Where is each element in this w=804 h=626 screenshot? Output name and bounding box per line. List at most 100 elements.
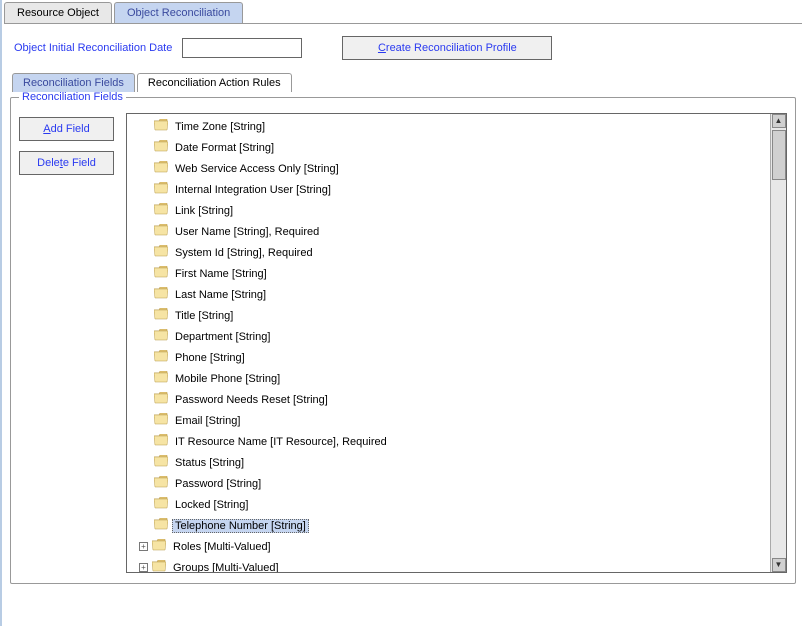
folder-icon-wrap bbox=[154, 119, 168, 134]
scroll-up-button[interactable]: ▲ bbox=[772, 114, 786, 128]
folder-icon bbox=[154, 266, 168, 278]
tree-item[interactable]: Link [String] bbox=[139, 200, 770, 221]
tab-label: Reconciliation Fields bbox=[23, 77, 124, 89]
folder-icon bbox=[154, 497, 168, 509]
btn-pre: Dele bbox=[37, 157, 60, 169]
folder-icon-wrap bbox=[154, 434, 168, 449]
tree-item[interactable]: Telephone Number [String] bbox=[139, 515, 770, 536]
fieldset-content: Add Field Delete Field Time Zone [String… bbox=[19, 113, 787, 573]
expand-icon[interactable]: + bbox=[139, 563, 148, 572]
folder-icon-wrap bbox=[154, 476, 168, 491]
tree-item-label: Password [String] bbox=[172, 477, 264, 491]
folder-icon-wrap bbox=[154, 392, 168, 407]
tree-item-label: System Id [String], Required bbox=[172, 246, 316, 260]
folder-icon bbox=[154, 203, 168, 215]
top-tabs: Resource Object Object Reconciliation bbox=[4, 2, 802, 24]
folder-icon-wrap bbox=[154, 371, 168, 386]
folder-icon bbox=[154, 245, 168, 257]
initial-recon-date-input[interactable] bbox=[182, 38, 302, 58]
folder-icon bbox=[154, 371, 168, 383]
app-window: Resource Object Object Reconciliation Ob… bbox=[0, 0, 804, 626]
tree-item-label: Web Service Access Only [String] bbox=[172, 162, 342, 176]
folder-icon-wrap bbox=[154, 245, 168, 260]
folder-icon-wrap bbox=[154, 224, 168, 239]
inner-tabs: Reconciliation Fields Reconciliation Act… bbox=[12, 73, 802, 92]
tree-item-label: First Name [String] bbox=[172, 267, 270, 281]
tree-item-label: Roles [Multi-Valued] bbox=[170, 540, 274, 554]
tree-item[interactable]: Title [String] bbox=[139, 305, 770, 326]
tree-item[interactable]: IT Resource Name [IT Resource], Required bbox=[139, 431, 770, 452]
folder-icon bbox=[154, 392, 168, 404]
scroll-down-button[interactable]: ▼ bbox=[772, 558, 786, 572]
folder-icon bbox=[154, 140, 168, 152]
tree-item-label: Internal Integration User [String] bbox=[172, 183, 334, 197]
tree-item-label: Title [String] bbox=[172, 309, 236, 323]
tab-object-reconciliation[interactable]: Object Reconciliation bbox=[114, 2, 243, 23]
tree-item[interactable]: Password Needs Reset [String] bbox=[139, 389, 770, 410]
btn-rest: dd Field bbox=[51, 123, 90, 135]
button-column: Add Field Delete Field bbox=[19, 117, 114, 175]
tab-label: Object Reconciliation bbox=[127, 7, 230, 19]
tab-label: Reconciliation Action Rules bbox=[148, 77, 281, 89]
tree-item[interactable]: Time Zone [String] bbox=[139, 116, 770, 137]
tree-item[interactable]: Department [String] bbox=[139, 326, 770, 347]
folder-icon-wrap bbox=[154, 203, 168, 218]
tree-item[interactable]: Last Name [String] bbox=[139, 284, 770, 305]
folder-icon-wrap bbox=[154, 308, 168, 323]
tree-item-label: Phone [String] bbox=[172, 351, 248, 365]
folder-icon bbox=[154, 161, 168, 173]
add-field-button[interactable]: Add Field bbox=[19, 117, 114, 141]
tree-item[interactable]: + Roles [Multi-Valued] bbox=[139, 536, 770, 557]
scroll-track[interactable] bbox=[772, 128, 786, 558]
folder-icon bbox=[154, 413, 168, 425]
tree-item[interactable]: + Groups [Multi-Valued] bbox=[139, 557, 770, 572]
mnemonic: C bbox=[378, 42, 386, 54]
tree-item[interactable]: User Name [String], Required bbox=[139, 221, 770, 242]
folder-icon-wrap bbox=[154, 413, 168, 428]
tree-item-label: Status [String] bbox=[172, 456, 247, 470]
tree-item[interactable]: Mobile Phone [String] bbox=[139, 368, 770, 389]
tree-item[interactable]: Password [String] bbox=[139, 473, 770, 494]
tree-item[interactable]: Phone [String] bbox=[139, 347, 770, 368]
tab-reconciliation-action-rules[interactable]: Reconciliation Action Rules bbox=[137, 73, 292, 92]
create-recon-profile-button[interactable]: Create Reconciliation Profile bbox=[342, 36, 552, 60]
tree-item[interactable]: Locked [String] bbox=[139, 494, 770, 515]
tab-resource-object[interactable]: Resource Object bbox=[4, 2, 112, 23]
folder-icon-wrap bbox=[154, 497, 168, 512]
tree-item[interactable]: Date Format [String] bbox=[139, 137, 770, 158]
folder-icon bbox=[154, 455, 168, 467]
folder-icon-wrap bbox=[154, 329, 168, 344]
folder-icon-wrap bbox=[154, 161, 168, 176]
scroll-thumb[interactable] bbox=[772, 130, 786, 180]
tree-item-label: Link [String] bbox=[172, 204, 236, 218]
folder-icon bbox=[154, 518, 168, 530]
tree-item[interactable]: First Name [String] bbox=[139, 263, 770, 284]
tree-item[interactable]: Web Service Access Only [String] bbox=[139, 158, 770, 179]
btn-rest: reate Reconciliation Profile bbox=[386, 42, 517, 54]
tree-item-label: Last Name [String] bbox=[172, 288, 269, 302]
folder-icon-wrap bbox=[154, 518, 168, 533]
tree-item-label: Password Needs Reset [String] bbox=[172, 393, 331, 407]
tree-item[interactable]: Internal Integration User [String] bbox=[139, 179, 770, 200]
folder-icon-wrap bbox=[154, 350, 168, 365]
folder-icon bbox=[154, 308, 168, 320]
tree-item[interactable]: Status [String] bbox=[139, 452, 770, 473]
folder-icon bbox=[152, 560, 166, 572]
folder-icon bbox=[154, 287, 168, 299]
folder-icon bbox=[152, 539, 166, 551]
tree-content: Time Zone [String] Date Format [String] … bbox=[127, 114, 770, 572]
tree-item[interactable]: System Id [String], Required bbox=[139, 242, 770, 263]
folder-icon bbox=[154, 350, 168, 362]
folder-icon-wrap bbox=[154, 287, 168, 302]
reconciliation-fields-fieldset: Reconciliation Fields Add Field Delete F… bbox=[10, 91, 796, 584]
tree-item-label: Groups [Multi-Valued] bbox=[170, 561, 282, 573]
folder-icon bbox=[154, 119, 168, 131]
folder-icon-wrap bbox=[154, 182, 168, 197]
tree-item-label: Locked [String] bbox=[172, 498, 251, 512]
folder-icon bbox=[154, 182, 168, 194]
tree-item[interactable]: Email [String] bbox=[139, 410, 770, 431]
expand-icon[interactable]: + bbox=[139, 542, 148, 551]
delete-field-button[interactable]: Delete Field bbox=[19, 151, 114, 175]
scrollbar: ▲ ▼ bbox=[770, 114, 786, 572]
tab-reconciliation-fields[interactable]: Reconciliation Fields bbox=[12, 73, 135, 92]
